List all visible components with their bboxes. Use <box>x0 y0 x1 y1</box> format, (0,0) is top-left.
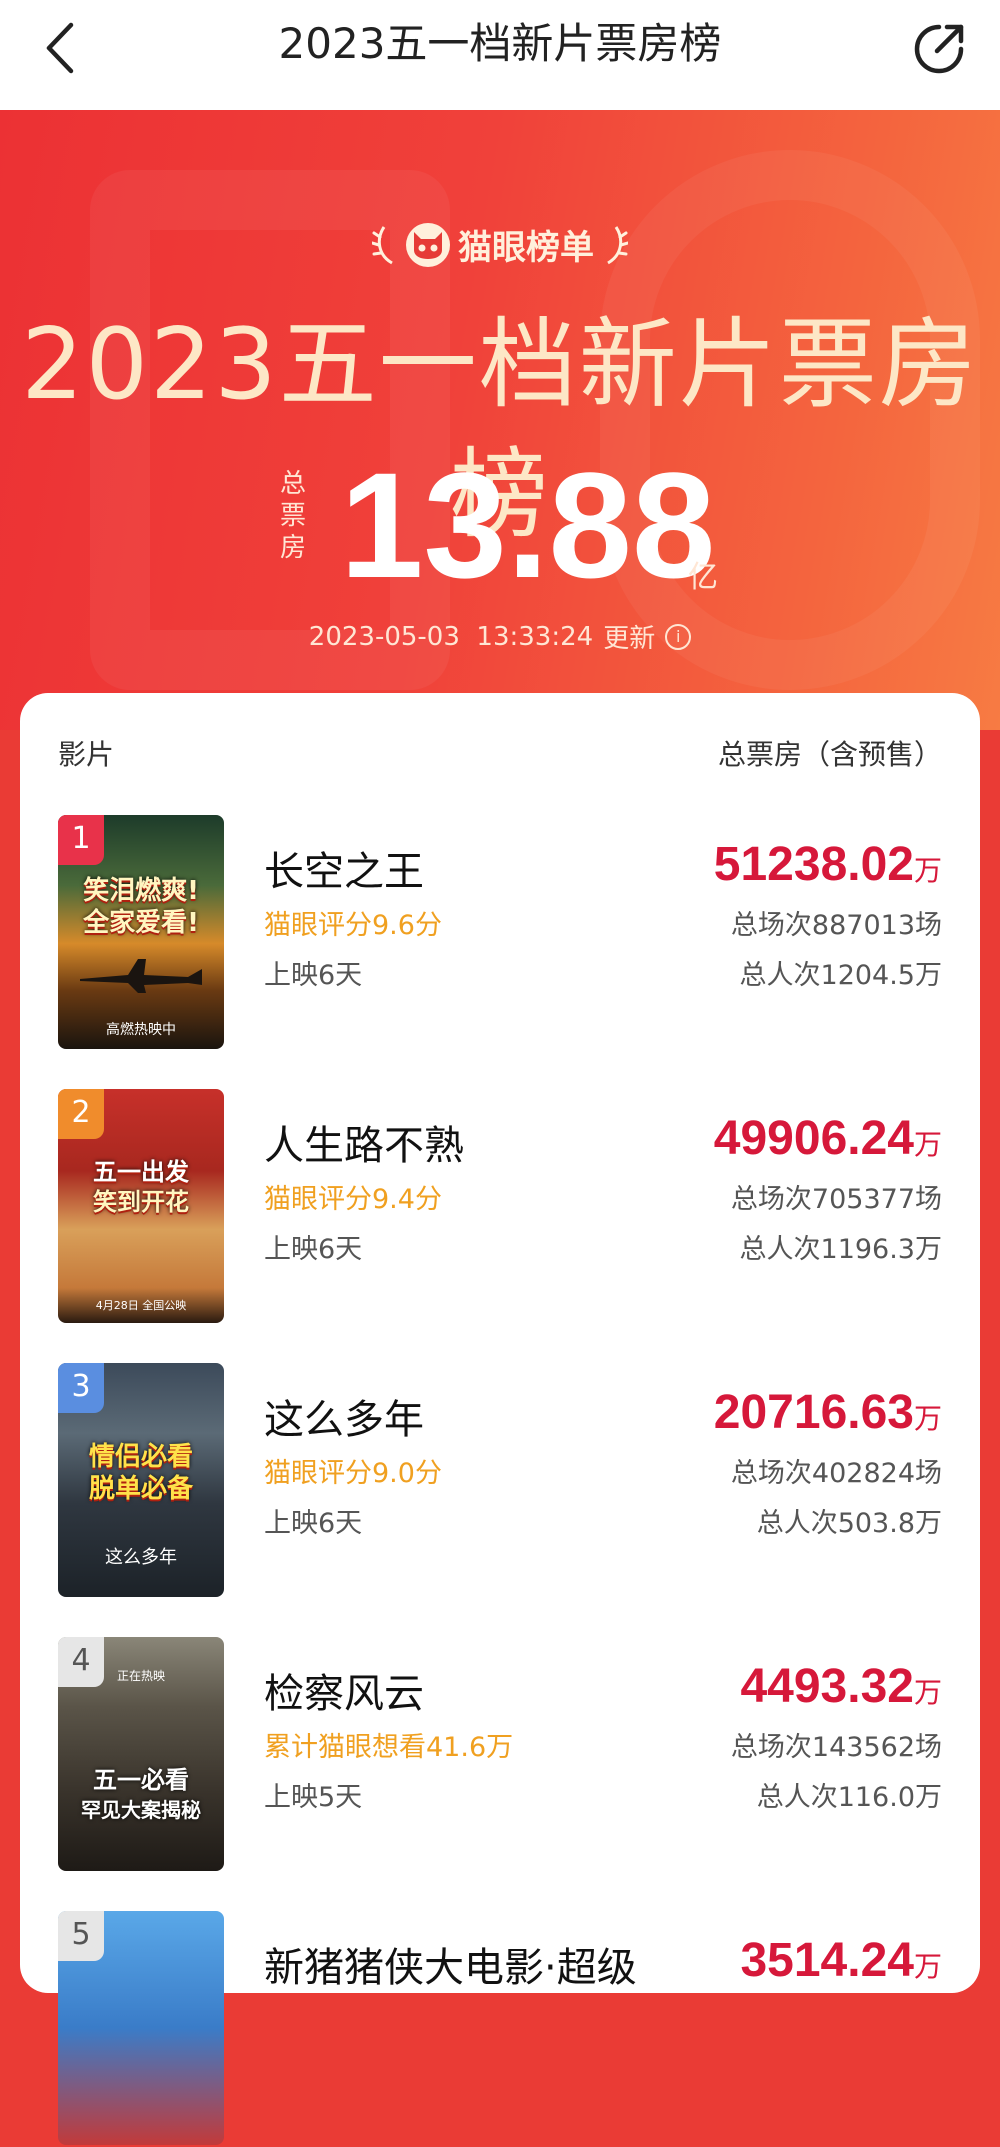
box-office-unit: 万 <box>913 1677 942 1708</box>
movie-score: 猫眼评分9.0分 <box>264 1458 442 1489</box>
box-office: 20716.63万 <box>714 1385 942 1440</box>
laurel-right-icon <box>607 225 628 264</box>
box-office: 51238.02万 <box>714 837 942 892</box>
poster-slogan: 笑到开花 <box>93 1188 189 1216</box>
total-label: 总 票 房 <box>280 468 312 564</box>
share-button[interactable] <box>908 18 970 80</box>
total-sessions: 总场次143562场 <box>730 1732 942 1763</box>
update-time-row: 2023-05-03 13:33:24 更新 i <box>0 618 1000 655</box>
share-icon <box>914 24 964 74</box>
box-office-value: 49906.24 <box>713 1112 914 1165</box>
box-office-value: 3514.24 <box>740 1934 914 1987</box>
box-office: 49906.24万 <box>714 1111 942 1166</box>
maoyan-brand: 猫眼榜单 <box>0 220 1000 269</box>
movie-score: 猫眼评分9.4分 <box>264 1184 442 1215</box>
poster-slogan: 五一必看 <box>93 1766 189 1794</box>
column-film: 影片 <box>58 738 115 771</box>
movie-title: 新猪猪侠大电影·超级 <box>264 1945 637 1991</box>
cat-logo-icon <box>406 222 450 267</box>
hero-banner: 猫眼榜单 2023五一档新片票房榜 总 票 房 13.88 亿 2023-05-… <box>0 110 1000 730</box>
poster-slogan: 五一出发 <box>93 1158 189 1186</box>
brand-label: 猫眼榜单 <box>458 228 594 268</box>
box-office-value: 4493.32 <box>740 1660 914 1713</box>
box-office: 4493.32万 <box>740 1659 942 1714</box>
movie-row[interactable]: 5 新猪猪侠大电影·超级 3514.24万 <box>58 1911 942 2147</box>
total-audience: 总人次116.0万 <box>756 1782 942 1813</box>
total-sessions: 总场次887013场 <box>730 910 942 941</box>
movie-score: 累计猫眼想看41.6万 <box>264 1732 514 1763</box>
total-sessions: 总场次402824场 <box>730 1458 942 1489</box>
box-office-unit: 万 <box>913 1951 942 1982</box>
total-audience: 总人次503.8万 <box>756 1508 942 1539</box>
movie-poster: 正在热映 五一必看 罕见大案揭秘 4 <box>58 1637 224 1871</box>
movie-row[interactable]: 五一出发 笑到开花 4月28日 全国公映 2 人生路不熟 猫眼评分9.4分 上映… <box>58 1089 942 1325</box>
top-nav-bar: 2023五一档新片票房榜 <box>0 0 1000 110</box>
laurel-left-icon <box>372 225 393 264</box>
table-header: 影片 总票房（含预售） <box>58 733 942 773</box>
movie-poster: 5 <box>58 1911 224 2145</box>
poster-tagline: 高燃热映中 <box>106 1022 176 1038</box>
total-label-char: 房 <box>280 533 307 563</box>
movie-row[interactable]: 情侣必看 脱单必备 这么多年 3 这么多年 猫眼评分9.0分 上映6天 2071… <box>58 1363 942 1599</box>
ranking-card: 影片 总票房（含预售） 笑泪燃爽! 全家爱看! 高燃热映中 1 长空之王 猫眼评… <box>20 693 980 2145</box>
poster-slogan: 笑泪燃爽! <box>83 876 199 906</box>
box-office-unit: 万 <box>913 1129 942 1160</box>
update-label: 更新 <box>603 624 656 654</box>
movie-poster: 情侣必看 脱单必备 这么多年 3 <box>58 1363 224 1597</box>
movie-poster: 五一出发 笑到开花 4月28日 全国公映 2 <box>58 1089 224 1323</box>
total-label-char: 票 <box>280 501 307 531</box>
movie-poster: 笑泪燃爽! 全家爱看! 高燃热映中 1 <box>58 815 224 1049</box>
box-office-value: 20716.63 <box>713 1386 914 1439</box>
total-label-char: 总 <box>280 469 307 499</box>
rank-badge: 1 <box>58 815 104 865</box>
release-days: 上映6天 <box>264 1508 363 1539</box>
total-unit: 亿 <box>688 560 718 595</box>
total-audience: 总人次1204.5万 <box>739 960 942 991</box>
movie-title: 人生路不熟 <box>264 1123 464 1169</box>
poster-slogan: 全家爱看! <box>83 908 199 938</box>
poster-slogan: 罕见大案揭秘 <box>81 1798 201 1822</box>
total-audience: 总人次1196.3万 <box>739 1234 942 1265</box>
box-office-unit: 万 <box>913 1403 942 1434</box>
movie-score: 猫眼评分9.6分 <box>264 910 442 941</box>
rank-badge: 2 <box>58 1089 104 1139</box>
poster-tagline: 这么多年 <box>105 1547 177 1568</box>
total-sessions: 总场次705377场 <box>730 1184 942 1215</box>
nav-title: 2023五一档新片票房榜 <box>278 19 722 68</box>
box-office: 3514.24万 <box>740 1933 942 1988</box>
update-time: 2023-05-03 13:33:24 <box>308 621 594 652</box>
poster-tagline: 4月28日 全国公映 <box>95 1299 187 1312</box>
fighter-jet-icon <box>80 959 202 993</box>
movie-row[interactable]: 正在热映 五一必看 罕见大案揭秘 4 检察风云 累计猫眼想看41.6万 上映5天… <box>58 1637 942 1873</box>
box-office-value: 51238.02 <box>713 838 914 891</box>
movie-title: 这么多年 <box>264 1397 424 1443</box>
movie-title: 长空之王 <box>264 849 424 895</box>
column-gross: 总票房（含预售） <box>717 738 942 771</box>
release-days: 上映6天 <box>264 960 363 991</box>
poster-slogan: 情侣必看 <box>88 1442 193 1472</box>
movie-title: 检察风云 <box>264 1671 424 1717</box>
info-icon[interactable]: i <box>665 623 692 650</box>
total-value: 13.88 <box>340 441 716 609</box>
poster-slogan: 脱单必备 <box>88 1474 193 1504</box>
box-office-unit: 万 <box>913 855 942 886</box>
rank-badge: 4 <box>58 1637 104 1687</box>
release-days: 上映5天 <box>264 1782 363 1813</box>
rank-badge: 3 <box>58 1363 104 1413</box>
movie-row[interactable]: 笑泪燃爽! 全家爱看! 高燃热映中 1 长空之王 猫眼评分9.6分 上映6天 5… <box>58 815 942 1051</box>
release-days: 上映6天 <box>264 1234 363 1265</box>
